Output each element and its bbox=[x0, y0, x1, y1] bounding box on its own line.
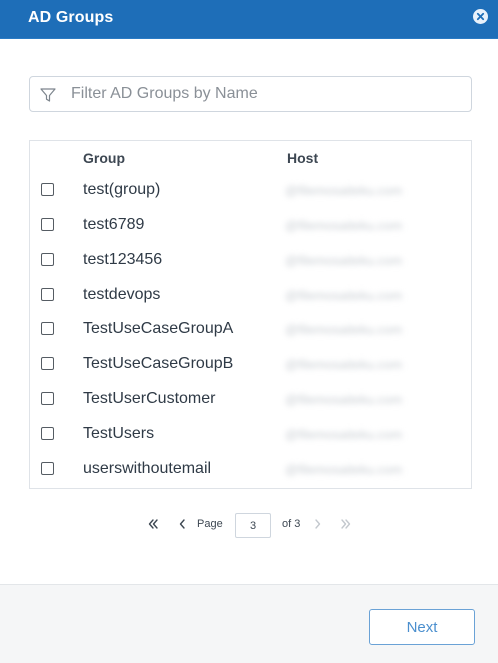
row-checkbox[interactable] bbox=[41, 183, 54, 196]
double-chevron-left-icon[interactable] bbox=[146, 517, 160, 531]
group-name: TestUserCustomer bbox=[83, 390, 216, 407]
dialog-header: AD Groups bbox=[0, 0, 498, 39]
row-checkbox[interactable] bbox=[41, 253, 54, 266]
group-name: TestUsers bbox=[83, 425, 155, 442]
host-value: @filemosaiteku.com bbox=[285, 427, 403, 442]
host-value: @filemosaiteku.com bbox=[285, 392, 403, 407]
column-header-host: Host bbox=[287, 150, 319, 166]
group-name: testdevops bbox=[83, 286, 161, 303]
page-number-input[interactable] bbox=[235, 513, 271, 538]
host-value: @filemosaiteku.com bbox=[285, 253, 403, 268]
table-row[interactable]: TestUsers @filemosaiteku.com bbox=[30, 417, 471, 452]
table-row[interactable]: userswithoutemail @filemosaiteku.com bbox=[30, 452, 471, 487]
row-checkbox[interactable] bbox=[41, 288, 54, 301]
chevron-right-icon bbox=[315, 519, 321, 529]
filter-input[interactable] bbox=[71, 77, 466, 111]
next-button[interactable]: Next bbox=[369, 609, 475, 645]
row-checkbox[interactable] bbox=[41, 392, 54, 405]
group-name: TestUseCaseGroupA bbox=[83, 320, 234, 337]
filter-field bbox=[29, 76, 472, 112]
table-row[interactable]: testdevops @filemosaiteku.com bbox=[30, 278, 471, 313]
row-checkbox[interactable] bbox=[41, 322, 54, 335]
host-value: @filemosaiteku.com bbox=[285, 183, 403, 198]
host-value: @filemosaiteku.com bbox=[285, 288, 403, 303]
table-row[interactable]: test123456 @filemosaiteku.com bbox=[30, 243, 471, 278]
row-checkbox[interactable] bbox=[41, 357, 54, 370]
filter-icon bbox=[40, 88, 56, 102]
page-label: Page bbox=[197, 518, 223, 530]
column-header-group: Group bbox=[83, 150, 125, 166]
page-count-label: of 3 bbox=[282, 518, 301, 530]
row-checkbox[interactable] bbox=[41, 462, 54, 475]
close-icon[interactable] bbox=[473, 9, 488, 24]
groups-table: Group Host test(group) @filemosaiteku.co… bbox=[29, 140, 472, 489]
pagination: Page of 3 bbox=[0, 513, 498, 539]
table-row[interactable]: TestUseCaseGroupA @filemosaiteku.com bbox=[30, 312, 471, 347]
row-checkbox[interactable] bbox=[41, 427, 54, 440]
host-value: @filemosaiteku.com bbox=[285, 218, 403, 233]
host-value: @filemosaiteku.com bbox=[285, 462, 403, 477]
double-chevron-right-icon bbox=[341, 519, 351, 529]
dialog-title: AD Groups bbox=[28, 9, 114, 26]
group-name: test(group) bbox=[83, 181, 161, 198]
table-row[interactable]: test(group) @filemosaiteku.com bbox=[30, 173, 471, 208]
dialog-footer: Next bbox=[0, 584, 498, 663]
table-row[interactable]: TestUserCustomer @filemosaiteku.com bbox=[30, 382, 471, 417]
group-name: TestUseCaseGroupB bbox=[83, 355, 234, 372]
group-name: userswithoutemail bbox=[83, 460, 212, 477]
host-value: @filemosaiteku.com bbox=[285, 322, 403, 337]
group-name: test123456 bbox=[83, 251, 163, 268]
group-name: test6789 bbox=[83, 216, 145, 233]
table-row[interactable]: TestUseCaseGroupB @filemosaiteku.com bbox=[30, 347, 471, 382]
host-value: @filemosaiteku.com bbox=[285, 357, 403, 372]
table-row[interactable]: test6789 @filemosaiteku.com bbox=[30, 208, 471, 243]
ad-groups-dialog: AD Groups Group Host test(group) @filemo… bbox=[0, 0, 498, 663]
chevron-left-icon[interactable] bbox=[177, 517, 187, 531]
row-checkbox[interactable] bbox=[41, 218, 54, 231]
